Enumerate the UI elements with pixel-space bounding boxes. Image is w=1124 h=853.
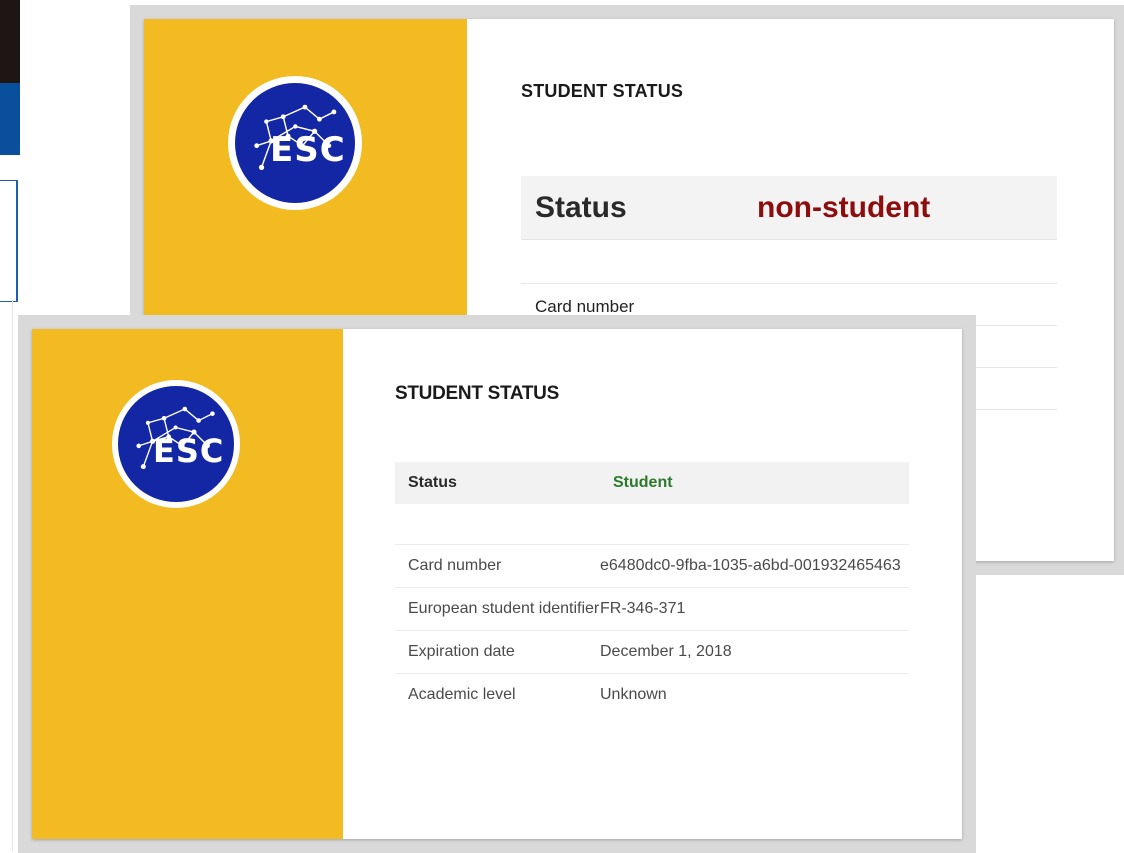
background-nav-bar (0, 83, 20, 155)
detail-row-card-number: Card number e6480dc0-9fba-1035-a6bd-0019… (395, 544, 909, 587)
logo-text: ESC (153, 431, 225, 470)
esc-logo: ESC (112, 380, 240, 508)
status-label: Status (535, 191, 627, 224)
background-divider (12, 300, 13, 851)
screenshot-frame-student: ESC STUDENT STATUS Status Student Card n… (18, 315, 976, 853)
status-row: Status Student (395, 462, 909, 504)
detail-value: Unknown (600, 686, 667, 703)
detail-label: Card number (535, 297, 635, 316)
detail-label: Academic level (408, 686, 516, 703)
background-header-bar (0, 0, 20, 83)
card-sidebar: ESC (32, 329, 343, 839)
detail-row-student-identifier: European student identifier FR-346-371 (395, 587, 909, 630)
detail-value: December 1, 2018 (600, 643, 732, 660)
section-title: STUDENT STATUS (521, 81, 684, 101)
detail-value: e6480dc0-9fba-1035-a6bd-001932465463 (600, 557, 901, 574)
detail-value: FR-346-371 (600, 600, 686, 617)
section-title: STUDENT STATUS (395, 383, 559, 404)
status-label: Status (408, 474, 457, 491)
card-content: STUDENT STATUS Status Student Card numbe… (343, 329, 962, 839)
esc-logo: ESC (228, 76, 362, 210)
status-value: Student (613, 474, 673, 491)
detail-row-academic-level: Academic level Unknown (395, 673, 909, 716)
detail-label: Card number (408, 557, 502, 574)
detail-label: European student identifier (408, 600, 600, 617)
status-row: Status non-student (521, 176, 1057, 240)
esc-constellation-logo-icon: ESC (118, 386, 234, 502)
logo-text: ESC (269, 130, 346, 171)
detail-label: Expiration date (408, 643, 515, 660)
student-status-card-student: ESC STUDENT STATUS Status Student Card n… (32, 329, 962, 839)
student-details-table: Card number e6480dc0-9fba-1035-a6bd-0019… (395, 544, 909, 716)
background-panel-edge (0, 180, 18, 302)
status-value: non-student (757, 191, 931, 224)
detail-row-expiration-date: Expiration date December 1, 2018 (395, 630, 909, 673)
esc-constellation-logo-icon: ESC (234, 82, 356, 204)
